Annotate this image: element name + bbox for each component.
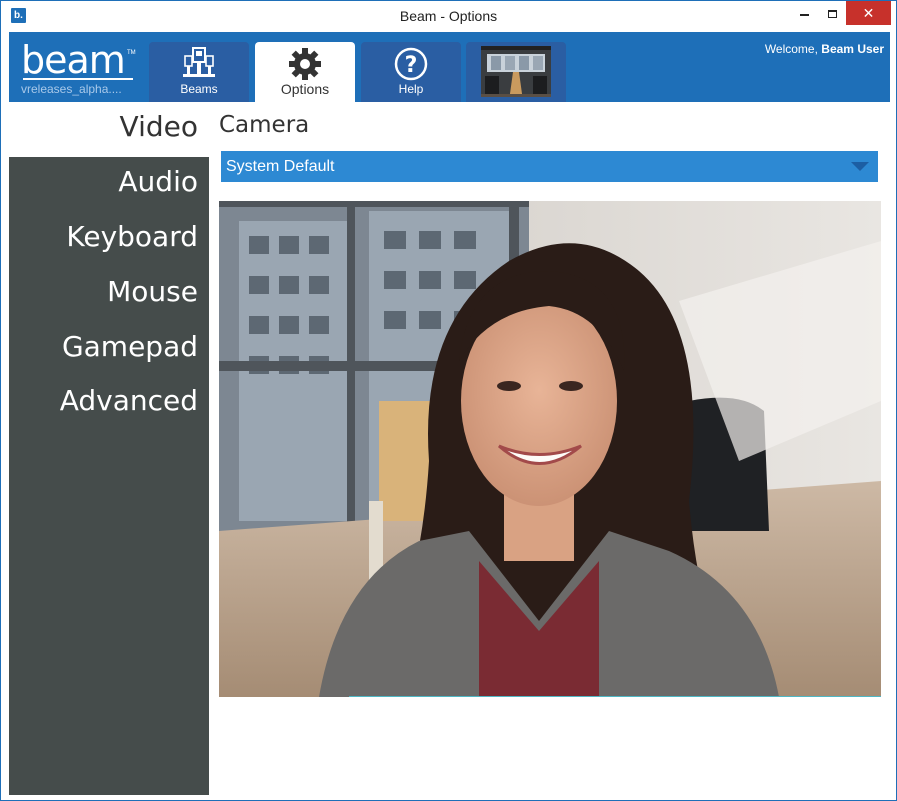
gear-icon [289,48,321,80]
logo-underline [23,78,133,80]
tab-help[interactable]: ? Help [361,42,461,102]
help-icon: ? [394,47,428,81]
preview-bottom-edge [349,696,881,697]
tab-beams-label: Beams [180,82,218,96]
chevron-down-icon[interactable] [851,162,869,171]
minimize-icon [800,13,809,16]
close-button[interactable]: ✕ [846,1,891,25]
welcome-text: Welcome, Beam User [765,42,884,56]
sidebar-item-video[interactable]: Video [9,102,209,157]
tab-remote-preview[interactable] [466,42,566,102]
beams-icon [183,47,215,77]
camera-section-title: Camera [219,112,310,138]
camera-select[interactable]: System Default [221,151,878,182]
tab-beams[interactable]: Beams [149,42,249,102]
window-title: Beam - Options [399,8,498,24]
sidebar-item-audio[interactable]: Audio [9,157,209,212]
remote-preview-thumbnail [481,46,551,97]
svg-text:?: ? [405,53,418,78]
app-header: beam TM vreleases_alpha.... Beams Option… [9,32,890,102]
sidebar-item-mouse[interactable]: Mouse [9,267,209,322]
camera-preview [219,201,881,697]
build-label: vreleases_alpha.... [21,82,122,96]
title-bar[interactable]: b. Beam - Options ✕ [1,1,896,32]
options-sidebar: Video Audio Keyboard Mouse Gamepad Advan… [9,102,209,795]
logo-text: beam [21,38,126,82]
sidebar-item-advanced[interactable]: Advanced [9,376,209,431]
sidebar-item-gamepad[interactable]: Gamepad [9,322,209,377]
minimize-button[interactable] [791,1,818,25]
camera-select-value: System Default [226,158,335,175]
logo-trademark: TM [127,50,136,56]
maximize-button[interactable] [819,1,846,25]
maximize-icon [828,9,837,18]
camera-preview-image [219,201,881,697]
sidebar-item-keyboard[interactable]: Keyboard [9,212,209,267]
welcome-prefix: Welcome, [764,42,818,56]
close-icon: ✕ [862,5,875,21]
tab-help-label: Help [398,82,424,96]
user-name[interactable]: Beam User [821,42,884,56]
options-window: b. Beam - Options ✕ beam TM vreleases_al… [0,0,897,801]
tab-options[interactable]: Options [255,42,355,102]
tab-options-label: Options [280,81,330,97]
video-settings-panel: Camera System Default [209,102,890,795]
